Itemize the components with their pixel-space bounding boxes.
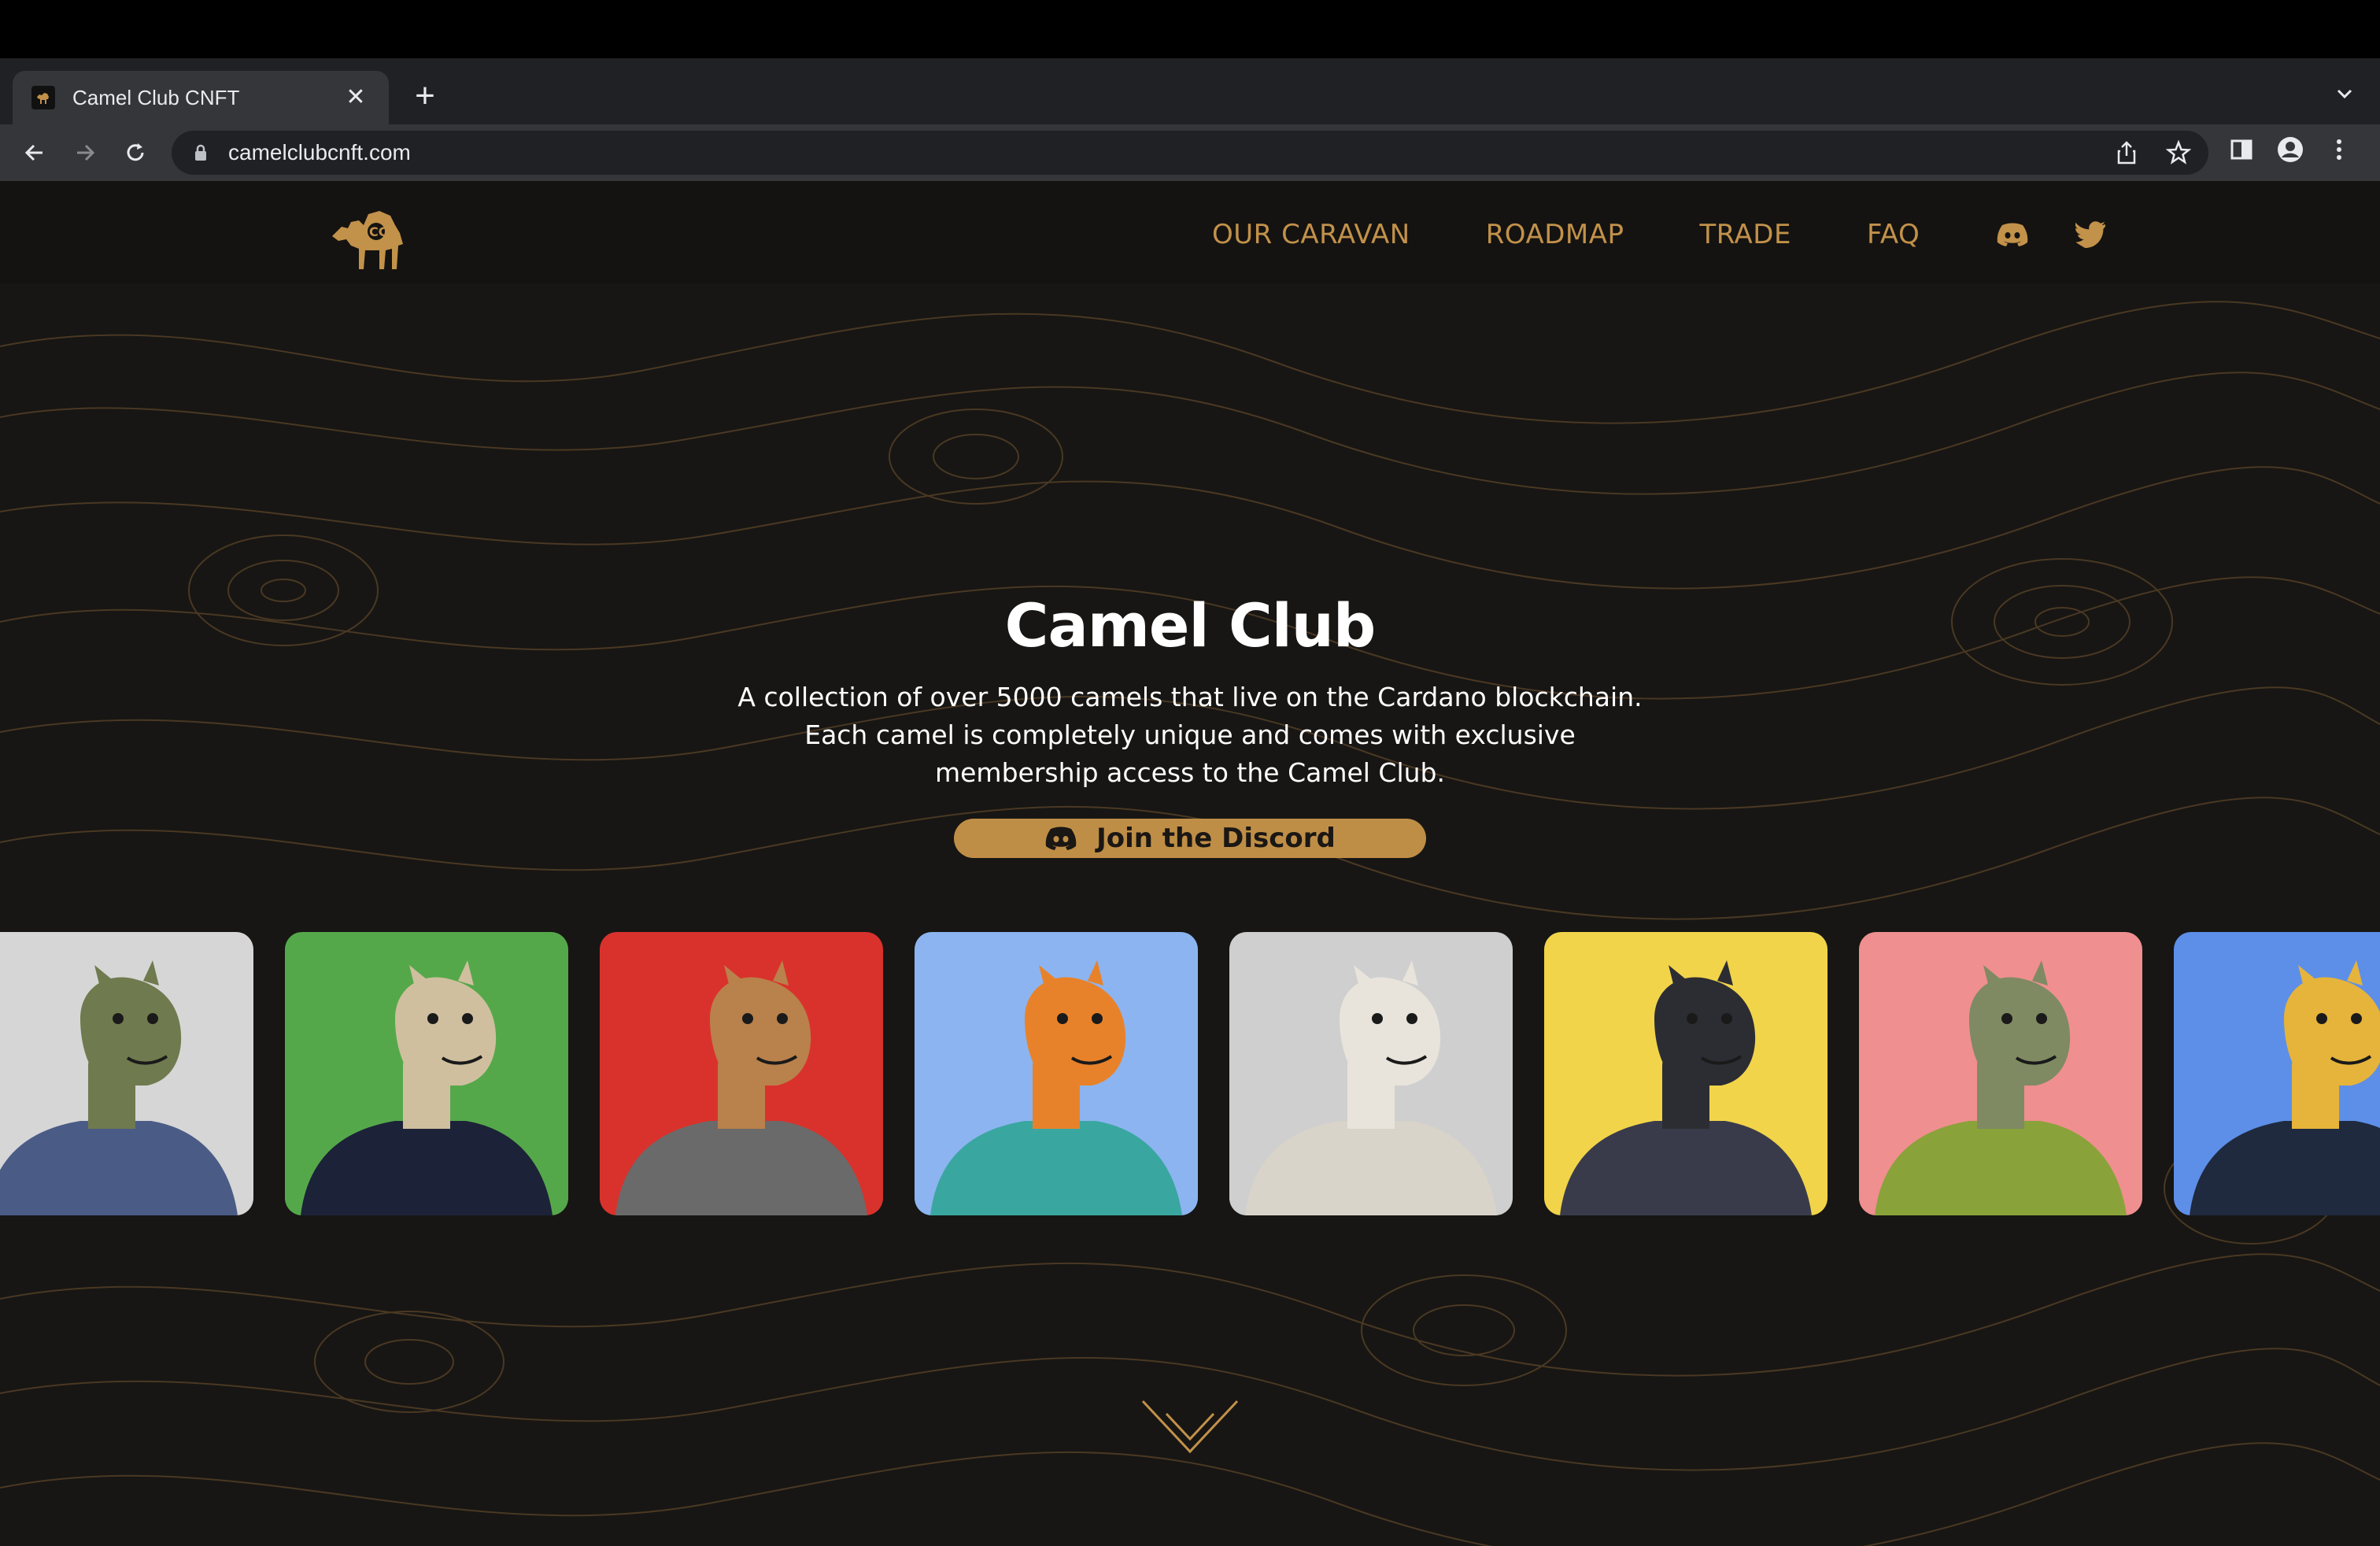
camel-card-pirate-camel[interactable] (1859, 932, 2142, 1215)
forward-arrow-icon[interactable] (68, 135, 102, 170)
hero-title: Camel Club (1004, 590, 1377, 660)
kebab-menu-icon[interactable] (2325, 135, 2353, 164)
scroll-down-chevron-icon[interactable] (1140, 1398, 1240, 1461)
camel-carousel (0, 932, 2380, 1215)
camel-card-judge-camel[interactable] (1544, 932, 1828, 1215)
hero-description: A collection of over 5000 camels that li… (737, 682, 1643, 788)
site-nav: OUR CARAVAN ROADMAP TRADE FAQ (1212, 217, 2153, 252)
camel-art-samurai-camel (2174, 932, 2380, 1215)
browser-tab[interactable]: Camel Club CNFT ✕ (13, 71, 389, 124)
nav-trade[interactable]: TRADE (1700, 219, 1791, 250)
new-tab-icon[interactable]: + (408, 79, 442, 113)
page-viewport: CC OUR CARAVAN ROADMAP TRADE FAQ Camel C… (0, 181, 2380, 1546)
topographic-background (0, 301, 2380, 1546)
camel-art-cyborg-camel (600, 932, 883, 1215)
reload-icon[interactable] (118, 135, 153, 170)
nav-our-caravan[interactable]: OUR CARAVAN (1212, 219, 1410, 250)
camel-card-cyborg-camel[interactable] (600, 932, 883, 1215)
lock-icon (195, 144, 206, 161)
tab-search-chevron-icon[interactable] (2333, 82, 2356, 105)
browser-tab-bar: Camel Club CNFT ✕ + (0, 58, 2380, 124)
site-header: CC OUR CARAVAN ROADMAP TRADE FAQ (0, 181, 2380, 283)
browser-toolbar: camelclubcnft.com (0, 124, 2380, 181)
camel-club-logo-icon[interactable]: CC (327, 205, 411, 271)
side-panel-icon[interactable] (2227, 135, 2256, 164)
join-discord-label: Join the Discord (1096, 823, 1336, 854)
svg-text:CC: CC (369, 224, 387, 239)
camel-art-pirate-camel (1859, 932, 2142, 1215)
camel-card-police-camel[interactable] (0, 932, 253, 1215)
camel-card-zebra-camel[interactable] (1229, 932, 1513, 1215)
camel-art-tuxedo-camel (285, 932, 568, 1215)
camel-art-zebra-camel (1229, 932, 1513, 1215)
bookmark-star-icon[interactable] (2164, 139, 2193, 167)
share-icon[interactable] (2112, 139, 2141, 167)
join-discord-button[interactable]: Join the Discord (954, 819, 1426, 858)
nav-faq[interactable]: FAQ (1867, 219, 1920, 250)
camel-favicon-icon (31, 86, 55, 109)
camel-art-tiger-camel (915, 932, 1198, 1215)
close-tab-icon[interactable]: ✕ (342, 83, 370, 112)
back-arrow-icon[interactable] (17, 135, 52, 170)
camel-card-samurai-camel[interactable] (2174, 932, 2380, 1215)
profile-icon[interactable] (2276, 135, 2304, 164)
nav-roadmap[interactable]: ROADMAP (1486, 219, 1624, 250)
camel-art-police-camel (0, 932, 253, 1215)
camel-card-tiger-camel[interactable] (915, 932, 1198, 1215)
camel-card-tuxedo-camel[interactable] (285, 932, 568, 1215)
discord-icon (1045, 827, 1077, 850)
tab-title: Camel Club CNFT (72, 85, 240, 109)
camel-art-judge-camel (1544, 932, 1828, 1215)
url-text: camelclubcnft.com (228, 140, 411, 165)
address-bar[interactable]: camelclubcnft.com (172, 131, 2208, 175)
twitter-icon[interactable] (2074, 217, 2108, 252)
os-menu-strip (0, 0, 2380, 58)
discord-icon[interactable] (1995, 217, 2030, 252)
